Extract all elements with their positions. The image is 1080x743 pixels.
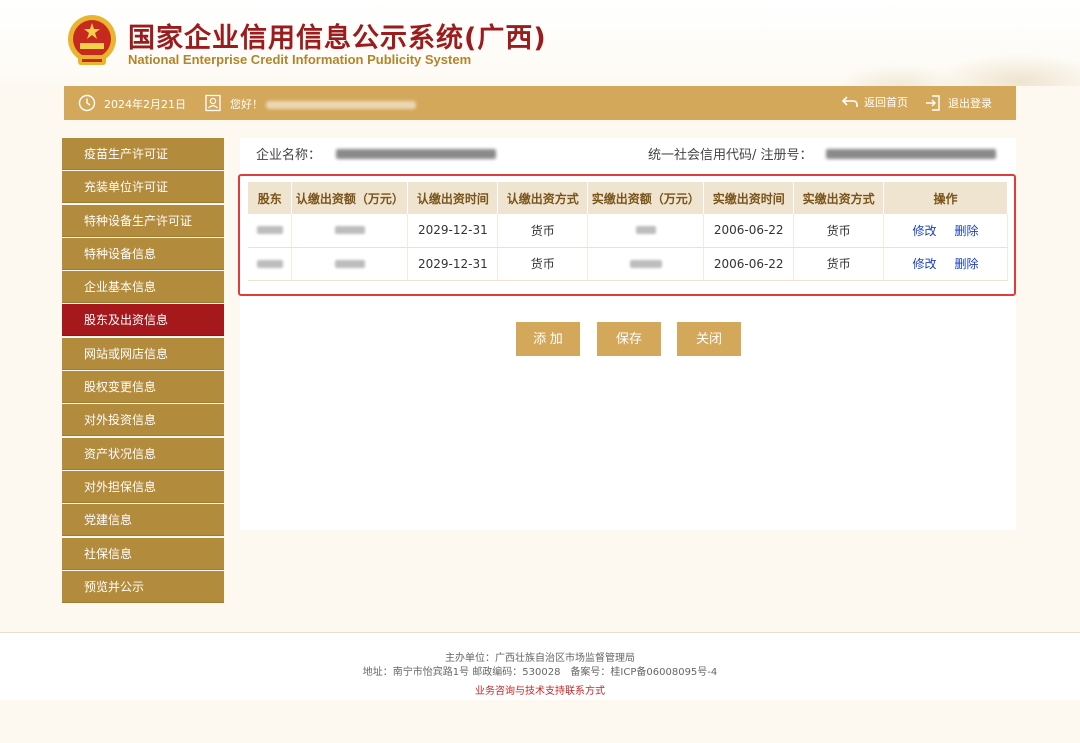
- subscribed-method-cell: 货币: [497, 214, 589, 248]
- site-title: 国家企业信用信息公示系统(广西): [128, 23, 547, 54]
- column-header: 股东: [248, 182, 293, 214]
- sidebar-item[interactable]: 社保信息: [62, 537, 224, 570]
- shareholder-table: 股东 认缴出资额（万元） 认缴出资时间 认缴出资方式 实缴出资额（万元） 实缴出资时间 实缴…: [248, 182, 1008, 281]
- user-greeting: 您好！: [230, 96, 416, 112]
- subscribed-method-cell: 货币: [497, 247, 589, 281]
- add-button[interactable]: 添 加: [516, 322, 580, 356]
- column-header: 认缴出资额（万元）: [291, 182, 409, 214]
- logout-icon: [926, 95, 940, 111]
- site-subtitle: National Enterprise Credit Information P…: [128, 52, 472, 67]
- shareholder-table-highlight: 股东 认缴出资额（万元） 认缴出资时间 认缴出资方式 实缴出资额（万元） 实缴出资时间 实缴…: [238, 174, 1016, 296]
- delete-link[interactable]: 删除: [955, 224, 979, 238]
- sidebar-item[interactable]: 特种设备生产许可证: [62, 204, 224, 237]
- redacted-user-name: [266, 101, 416, 109]
- main-panel: 企业名称： 统一社会信用代码/ 注册号： 股东 认缴出资额（万元） 认缴出资时间 认缴…: [238, 138, 1016, 530]
- sidebar-item[interactable]: 充装单位许可证: [62, 171, 224, 204]
- column-header: 操作: [883, 182, 1008, 214]
- column-header: 实缴出资额（万元）: [587, 182, 705, 214]
- column-header: 认缴出资方式: [497, 182, 589, 214]
- table-header-row: 股东 认缴出资额（万元） 认缴出资时间 认缴出资方式 实缴出资额（万元） 实缴出资时间 实缴…: [248, 182, 1008, 214]
- table-row: 2029-12-31 货币 2006-06-22 货币 修改 删除: [248, 214, 1008, 248]
- column-header: 认缴出资时间: [407, 182, 499, 214]
- subscribed-amount-cell: [291, 247, 409, 281]
- logout-label: 退出登录: [948, 97, 992, 110]
- footer-support-link[interactable]: 业务咨询与技术支持联系方式: [0, 682, 1080, 697]
- current-date: 2024年2月21日: [104, 98, 186, 111]
- logout-link[interactable]: 退出登录: [924, 94, 992, 112]
- paid-date-cell: 2006-06-22: [703, 214, 795, 248]
- footer-sponsor: 主办单位：广西壮族自治区市场监督管理局: [445, 653, 635, 664]
- sidebar-item[interactable]: 对外投资信息: [62, 404, 224, 437]
- company-info-row: 企业名称： 统一社会信用代码/ 注册号：: [256, 142, 1016, 164]
- site-header: 国家企业信用信息公示系统(广西) National Enterprise Cre…: [0, 0, 1080, 86]
- subscribed-amount-cell: [291, 214, 409, 248]
- paid-date-cell: 2006-06-22: [703, 247, 795, 281]
- sidebar-item[interactable]: 党建信息: [62, 504, 224, 537]
- action-cell: 修改 删除: [883, 247, 1008, 281]
- paid-amount-cell: [587, 214, 705, 248]
- greeting-text: 您好！: [230, 98, 263, 111]
- sidebar: 疫苗生产许可证 充装单位许可证 特种设备生产许可证 特种设备信息 企业基本信息 股东及出资…: [62, 138, 224, 604]
- sidebar-item[interactable]: 网站或网店信息: [62, 337, 224, 370]
- credit-code-label: 统一社会信用代码/ 注册号：: [648, 148, 813, 163]
- mountain-decoration: [780, 0, 1080, 86]
- subscribed-date-cell: 2029-12-31: [407, 247, 499, 281]
- column-header: 实缴出资方式: [793, 182, 885, 214]
- save-button[interactable]: 保存: [597, 322, 661, 356]
- sidebar-item[interactable]: 资产状况信息: [62, 437, 224, 470]
- return-arrow-icon: [842, 96, 858, 107]
- company-name-value: [336, 146, 496, 161]
- return-home-label: 返回首页: [864, 96, 908, 109]
- close-button[interactable]: 关闭: [677, 322, 741, 356]
- sidebar-item[interactable]: 特种设备信息: [62, 237, 224, 270]
- sidebar-item[interactable]: 预览并公示: [62, 570, 224, 603]
- sidebar-item[interactable]: 股东及出资信息: [62, 304, 224, 337]
- column-header: 实缴出资时间: [703, 182, 795, 214]
- credit-code-value: [826, 146, 996, 161]
- edit-link[interactable]: 修改: [913, 224, 937, 238]
- sidebar-item[interactable]: 疫苗生产许可证: [62, 138, 224, 170]
- sidebar-item[interactable]: 股权变更信息: [62, 371, 224, 404]
- clock-icon: [78, 94, 96, 112]
- paid-method-cell: 货币: [793, 214, 885, 248]
- edit-link[interactable]: 修改: [913, 257, 937, 271]
- delete-link[interactable]: 删除: [955, 257, 979, 271]
- paid-amount-cell: [587, 247, 705, 281]
- user-icon: [205, 94, 221, 112]
- footer-address: 地址：南宁市怡宾路1号 邮政编码：530028 备案号：桂ICP备0600809…: [362, 667, 718, 678]
- action-cell: 修改 删除: [883, 214, 1008, 248]
- company-name-label: 企业名称：: [256, 148, 322, 163]
- shareholder-cell: [248, 214, 293, 248]
- paid-method-cell: 货币: [793, 247, 885, 281]
- subscribed-date-cell: 2029-12-31: [407, 214, 499, 248]
- return-home-link[interactable]: 返回首页: [842, 94, 908, 110]
- national-emblem-icon: [68, 15, 116, 65]
- sidebar-item[interactable]: 对外担保信息: [62, 470, 224, 503]
- site-footer: 主办单位：广西壮族自治区市场监督管理局 地址：南宁市怡宾路1号 邮政编码：530…: [0, 632, 1080, 700]
- table-row: 2029-12-31 货币 2006-06-22 货币 修改 删除: [248, 247, 1008, 281]
- top-bar: 2024年2月21日 您好！ 返回首页 退出登录: [64, 86, 1016, 120]
- sidebar-item[interactable]: 企业基本信息: [62, 271, 224, 304]
- shareholder-cell: [248, 247, 293, 281]
